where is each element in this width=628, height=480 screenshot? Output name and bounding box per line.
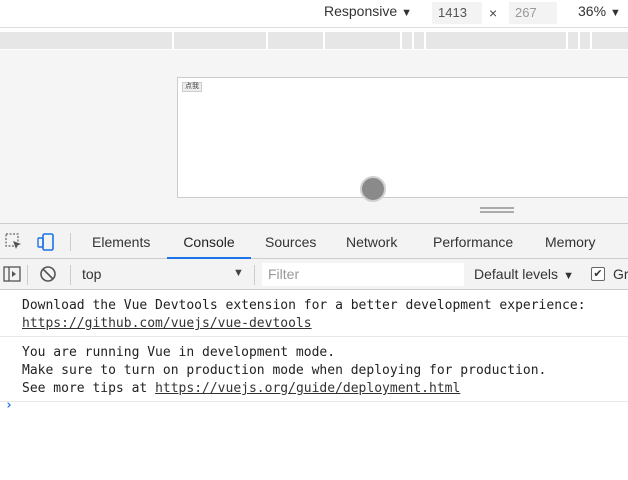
resize-grip-line [480, 211, 514, 213]
media-query-bar[interactable] [0, 32, 628, 49]
message-text: Make sure to turn on production mode whe… [22, 363, 547, 378]
media-query-divider [578, 32, 580, 49]
width-input[interactable]: 1413 [432, 2, 482, 24]
times-icon: × [489, 5, 498, 21]
media-query-divider [266, 32, 268, 49]
dropdown-arrow-icon: ▼ [401, 7, 413, 19]
log-levels-select[interactable]: Default levels ▼ [474, 266, 574, 282]
tab-elements[interactable]: Elements [92, 224, 150, 259]
filter-input[interactable]: Filter [262, 263, 464, 286]
emulated-viewport-area: 点我 [0, 50, 628, 223]
console-message: You are running Vue in development mode.… [0, 337, 628, 402]
tab-network[interactable]: Network [346, 224, 397, 259]
clear-console-icon[interactable] [39, 265, 57, 283]
tab-memory[interactable]: Memory [545, 224, 596, 259]
device-toolbar-toggle-icon[interactable] [37, 233, 55, 251]
inspect-element-icon[interactable] [5, 233, 23, 251]
tab-performance[interactable]: Performance [433, 224, 513, 259]
media-query-divider [412, 32, 414, 49]
height-input[interactable]: 267 [509, 2, 557, 24]
zoom-label: 36% [578, 3, 607, 19]
deployment-link[interactable]: https://vuejs.org/guide/deployment.html [155, 381, 460, 396]
emulated-page[interactable]: 点我 [177, 77, 628, 198]
console-messages: Download the Vue Devtools extension for … [0, 290, 628, 480]
media-query-divider [424, 32, 426, 49]
show-sidebar-icon[interactable] [3, 265, 21, 283]
device-mode-label: Responsive [324, 3, 398, 19]
group-similar-label: Gr [613, 266, 628, 282]
resize-handle[interactable] [480, 207, 514, 215]
console-toolbar: top ▼ Filter Default levels ▼ ✔ Gr [0, 259, 628, 290]
toolbar-divider [254, 265, 255, 285]
toolbar-divider [27, 265, 28, 285]
context-select[interactable]: top ▼ [82, 266, 244, 282]
dropdown-arrow-icon: ▼ [610, 7, 621, 19]
dropdown-arrow-icon: ▼ [233, 267, 244, 279]
group-similar-checkbox[interactable]: ✔ [591, 267, 605, 281]
click-me-button[interactable]: 点我 [182, 82, 202, 92]
zoom-select[interactable]: 36% ▼ [578, 3, 621, 19]
devtools-tabbar: Elements Console Sources Network Perform… [0, 223, 628, 259]
toolbar-divider [70, 265, 71, 285]
media-query-divider [566, 32, 568, 49]
devtools-link[interactable]: https://github.com/vuejs/vue-devtools [22, 316, 312, 331]
message-text: See more tips at [22, 381, 156, 396]
context-label: top [82, 266, 102, 282]
tab-console[interactable]: Console [167, 224, 251, 259]
console-prompt-icon[interactable]: › [5, 398, 13, 413]
console-message: Download the Vue Devtools extension for … [0, 290, 628, 337]
device-mode-select[interactable]: Responsive ▼ [324, 3, 412, 19]
device-toolbar: Responsive ▼ 1413 × 267 36% ▼ [0, 0, 628, 28]
touch-cursor-icon [360, 176, 386, 202]
message-text: Download the Vue Devtools extension for … [22, 298, 586, 313]
media-query-divider [172, 32, 174, 49]
resize-grip-line [480, 207, 514, 209]
toolbar-divider [70, 233, 71, 251]
dropdown-arrow-icon: ▼ [560, 270, 574, 282]
message-text: You are running Vue in development mode. [22, 345, 336, 360]
tab-sources[interactable]: Sources [265, 224, 316, 259]
media-query-divider [400, 32, 402, 49]
media-query-divider [590, 32, 592, 49]
log-levels-label: Default levels [474, 266, 559, 282]
media-query-divider [323, 32, 325, 49]
